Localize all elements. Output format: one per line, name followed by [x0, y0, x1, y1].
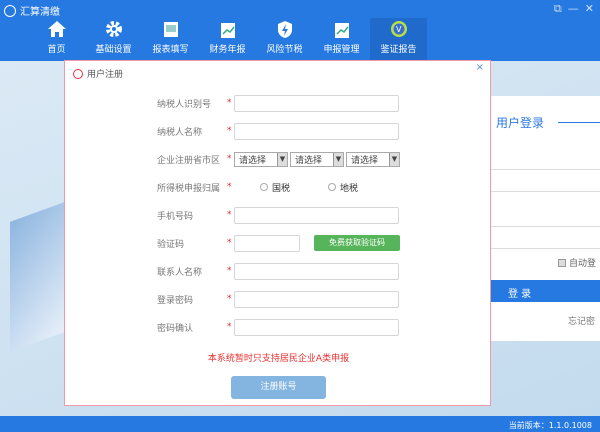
main-nav: 首页 基础设置 报表填写 财务年报 风险节税 申报管理 V 鉴证报告	[28, 18, 427, 61]
radio-icon	[328, 183, 337, 191]
nav-risk-tax[interactable]: 风险节税	[256, 18, 313, 61]
row-taxpayer-id: 纳税人识别号 *	[157, 94, 399, 112]
register-dialog: 用户注册 × 纳税人识别号 * 纳税人名称 * 企业注册省市区 * 请选择 ▼ 请选择 ▼…	[64, 60, 491, 406]
auto-login-checkbox[interactable]: 自动登	[558, 256, 596, 269]
radio-national-tax[interactable]: 国税	[260, 181, 290, 194]
dialog-header: 用户注册	[73, 67, 123, 80]
login-title: 用户登录	[496, 116, 545, 130]
app-title: 汇算清缴	[4, 3, 60, 18]
app-logo-icon	[73, 68, 83, 79]
divider	[490, 191, 600, 192]
nav-declare-mgmt[interactable]: 申报管理	[313, 18, 370, 61]
password-input[interactable]	[234, 290, 399, 308]
row-phone: 手机号码 *	[157, 206, 399, 224]
top-bar: 汇算清缴 ⧉ — ✕ 首页 基础设置 报表填写 财务年报 风险节税 申报管理 V 鉴证…	[0, 0, 600, 61]
nav-report-fill[interactable]: 报表填写	[142, 18, 199, 61]
district-select[interactable]: 请选择 ▼	[346, 151, 400, 167]
province-select[interactable]: 请选择 ▼	[234, 151, 288, 167]
restore-icon[interactable]: ⧉	[554, 2, 562, 16]
report-icon	[162, 20, 180, 38]
dropdown-arrow-icon: ▼	[277, 152, 287, 166]
shield-icon	[276, 20, 294, 38]
confirm-password-input[interactable]	[234, 318, 399, 336]
nav-financial-annual[interactable]: 财务年报	[199, 18, 256, 61]
phone-input[interactable]	[234, 206, 399, 224]
window-controls: ⧉ — ✕	[554, 2, 594, 16]
row-code: 验证码 * 免费获取验证码	[157, 234, 400, 252]
taxpayer-id-input[interactable]	[234, 94, 399, 112]
login-panel: 用户登录 自动登 登 录 忘记密	[490, 96, 600, 341]
divider	[558, 122, 600, 123]
home-icon	[47, 20, 66, 38]
code-input[interactable]	[234, 234, 300, 252]
notice-text: 本系统暂时只支持居民企业A类申报	[207, 354, 350, 364]
version-text: 当前版本：1.1.0.1008	[508, 421, 592, 430]
nav-home[interactable]: 首页	[28, 18, 85, 61]
dropdown-arrow-icon: ▼	[389, 152, 399, 166]
nav-verification-report[interactable]: V 鉴证报告	[370, 18, 427, 61]
row-confirm: 密码确认 *	[157, 318, 399, 336]
close-icon[interactable]: ✕	[585, 2, 594, 16]
checkbox-icon	[558, 258, 566, 267]
status-bar: 当前版本：1.1.0.1008	[0, 416, 600, 432]
laptop-illustration	[10, 200, 70, 352]
forgot-password-link[interactable]: 忘记密	[568, 314, 595, 327]
chart-clipboard-icon	[219, 20, 237, 38]
badge-v-icon: V	[390, 20, 408, 38]
gear-icon	[105, 20, 123, 38]
contact-input[interactable]	[234, 262, 399, 280]
app-logo-icon	[4, 4, 16, 17]
radio-local-tax[interactable]: 地税	[328, 181, 358, 194]
svg-text:V: V	[396, 25, 402, 34]
register-button[interactable]: 注册账号	[231, 376, 326, 399]
login-button[interactable]: 登 录	[490, 280, 600, 302]
taxpayer-name-input[interactable]	[234, 122, 399, 140]
username-input[interactable]	[490, 169, 600, 170]
close-icon[interactable]: ×	[476, 62, 484, 73]
chart-clipboard-icon	[333, 20, 351, 38]
minimize-icon[interactable]: —	[568, 2, 579, 16]
get-code-button[interactable]: 免费获取验证码	[314, 235, 400, 251]
city-select[interactable]: 请选择 ▼	[290, 151, 344, 167]
dropdown-arrow-icon: ▼	[333, 152, 343, 166]
row-tax-authority: 所得税申报归属 * 国税 地税	[157, 181, 359, 194]
row-contact: 联系人名称 *	[157, 262, 399, 280]
row-region: 企业注册省市区 * 请选择 ▼ 请选择 ▼ 请选择 ▼	[157, 150, 402, 168]
divider	[490, 248, 600, 249]
password-input[interactable]	[490, 226, 600, 227]
nav-basic-settings[interactable]: 基础设置	[85, 18, 142, 61]
radio-icon	[260, 183, 268, 191]
row-taxpayer-name: 纳税人名称 *	[157, 122, 399, 140]
row-password: 登录密码 *	[157, 290, 399, 308]
